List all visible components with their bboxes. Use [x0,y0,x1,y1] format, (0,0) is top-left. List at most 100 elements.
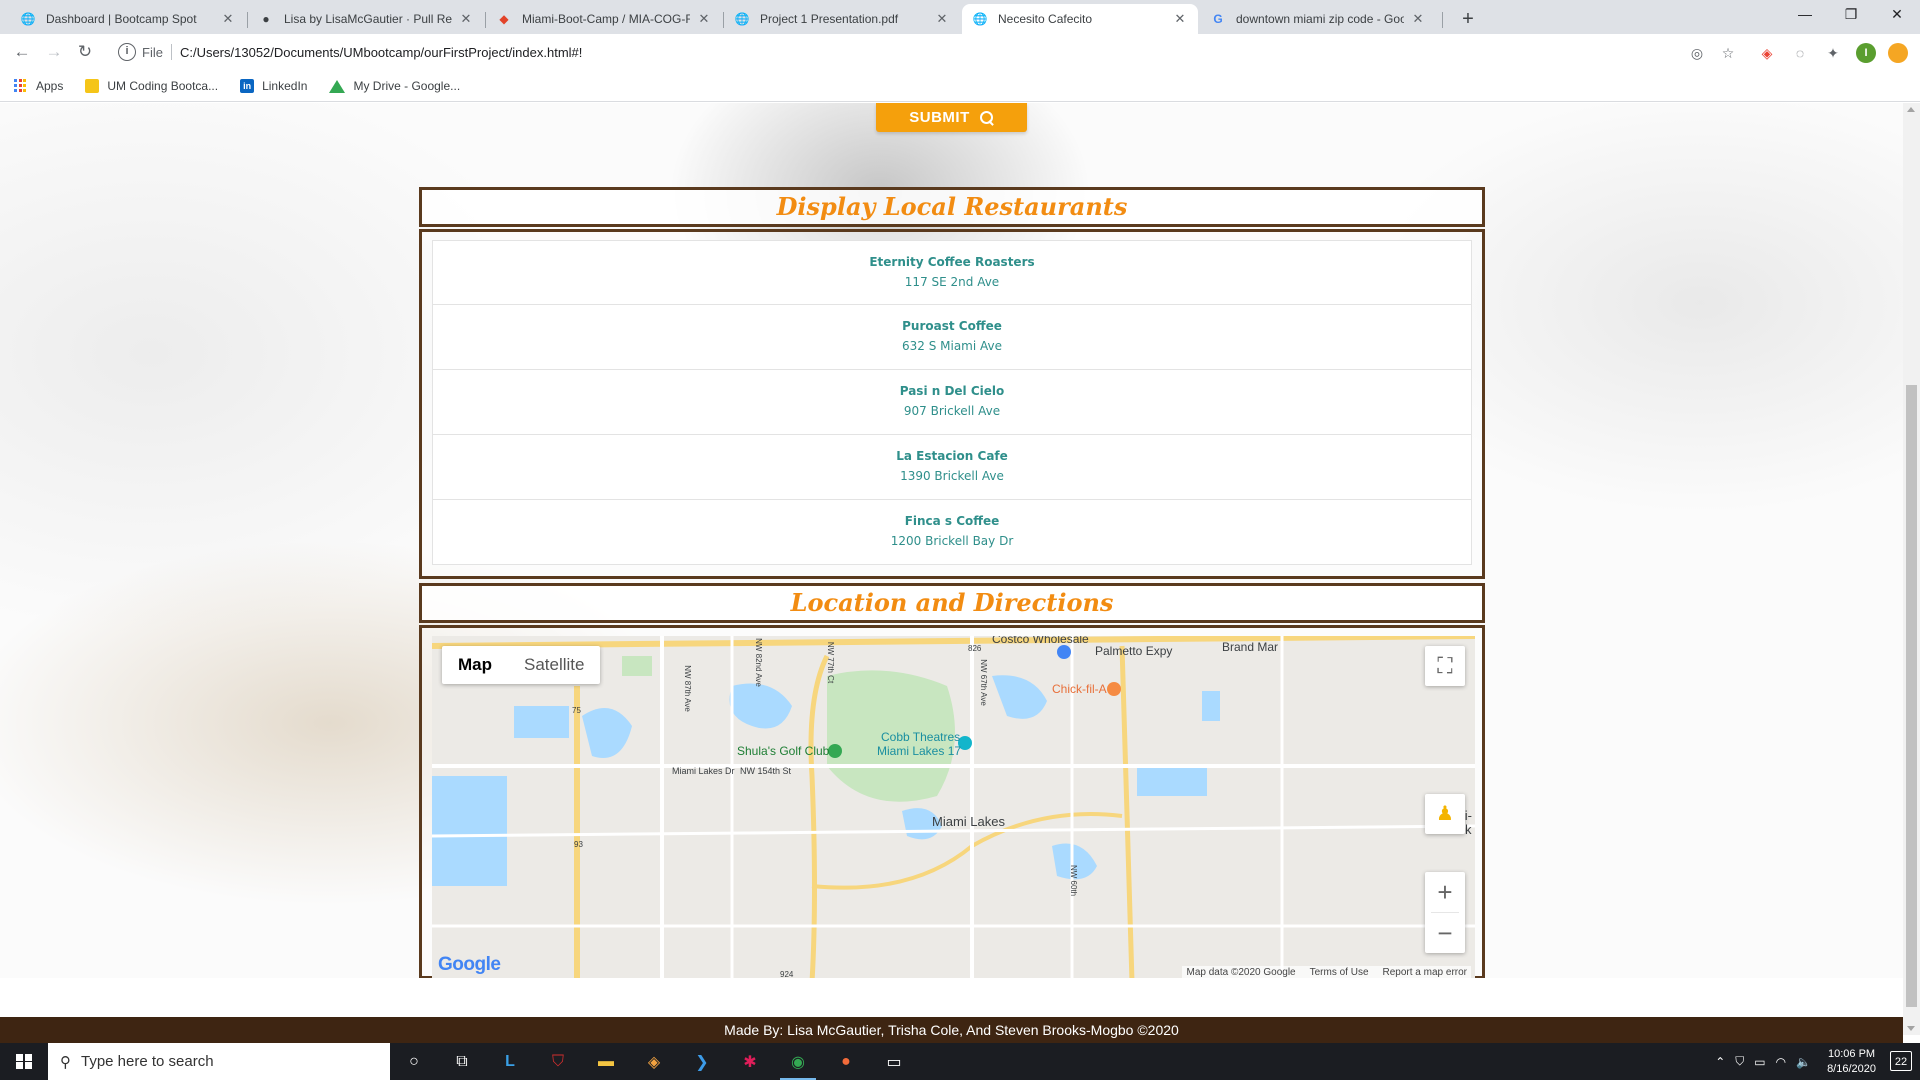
url-scheme: File [142,44,163,60]
globe-icon: 🌐 [20,12,36,26]
profile-avatar[interactable]: I [1856,43,1876,63]
tab-necesito-cafecito[interactable]: 🌐 Necesito Cafecito ✕ [962,4,1198,34]
cortana-icon[interactable]: ○ [390,1043,438,1080]
extension-icon[interactable] [1888,43,1908,63]
page-footer: Made By: Lisa McGautier, Trisha Cole, An… [0,1017,1903,1043]
restaurant-item[interactable]: La Estacion Cafe 1390 Brickell Ave [432,435,1472,500]
map-label: NW 154th St [740,766,792,776]
restaurant-list: Eternity Coffee Roasters 117 SE 2nd Ave … [419,229,1485,579]
chevron-up-icon[interactable]: ⌃ [1715,1055,1725,1069]
pegman-icon[interactable]: ♟ [1425,794,1465,834]
terms-link[interactable]: Terms of Use [1310,967,1369,978]
slack-icon[interactable]: ✱ [726,1043,774,1080]
info-icon[interactable]: i [118,43,136,61]
bookmark-linkedin[interactable]: in LinkedIn [240,78,307,93]
globe-icon: 🌐 [972,12,988,26]
google-map[interactable]: Costco Wholesale Palmetto Expy Brand Mar… [432,636,1475,978]
map-attribution: Map data ©2020 Google Terms of Use Repor… [1182,966,1471,978]
restaurant-item[interactable]: Finca s Coffee 1200 Brickell Bay Dr [432,500,1472,565]
reload-button[interactable]: ↻ [73,40,97,64]
restaurant-address: 632 S Miami Ave [901,339,1003,353]
bookmark-star-icon[interactable]: ☆ [1718,43,1738,63]
file-explorer-icon[interactable]: ▬ [582,1043,630,1080]
app-l-icon[interactable]: L [486,1043,534,1080]
close-icon[interactable]: ✕ [1410,11,1426,27]
zoom-in-button[interactable]: + [1425,872,1465,912]
linkedin-icon: in [240,78,255,93]
map-label: Chick-fil-A [1052,682,1107,696]
google-logo[interactable]: Google [438,954,501,976]
close-window-button[interactable]: ✕ [1874,0,1920,30]
restaurant-address: 117 SE 2nd Ave [904,275,1000,289]
battery-icon[interactable]: ▭ [1754,1055,1765,1069]
bookmark-apps[interactable]: Apps [14,78,64,93]
tab-gitlab[interactable]: ◆ Miami-Boot-Camp / MIA-COG-F ✕ [486,4,722,34]
fullscreen-icon[interactable]: ⛶ [1425,646,1465,686]
road-shield: 924 [780,970,794,978]
volume-icon[interactable]: 🔈 [1796,1055,1811,1069]
chrome-icon[interactable]: ◉ [774,1043,822,1080]
postman-icon[interactable]: ● [822,1043,870,1080]
clock-date: 8/16/2020 [1827,1062,1876,1075]
restaurant-item[interactable]: Puroast Coffee 632 S Miami Ave [432,305,1472,370]
submit-button[interactable]: SUBMIT [876,103,1027,132]
zoom-out-button[interactable]: − [1425,913,1465,953]
close-icon[interactable]: ✕ [1172,11,1188,27]
tab-google-search[interactable]: G downtown miami zip code - Goo ✕ [1200,4,1436,34]
system-tray: ⌃ ⛉ ▭ ◠ 🔈 10:06 PM 8/16/2020 [1715,1043,1876,1080]
tab-presentation[interactable]: 🌐 Project 1 Presentation.pdf ✕ [724,4,960,34]
restore-button[interactable]: ❐ [1828,0,1874,30]
wifi-icon[interactable]: ◠ [1776,1055,1786,1069]
map-label: NW 77th Ct [826,641,836,684]
restaurant-name: Puroast Coffee [902,319,1002,333]
terminal-icon[interactable]: ▭ [870,1043,918,1080]
scroll-thumb[interactable] [1906,385,1917,1007]
task-view-icon[interactable]: ⧉ [438,1043,486,1080]
tab-dashboard[interactable]: 🌐 Dashboard | Bootcamp Spot ✕ [10,4,246,34]
bookmark-my-drive[interactable]: My Drive - Google... [329,79,460,93]
mcafee-icon[interactable]: ⛉ [534,1043,582,1080]
restaurant-address: 907 Brickell Ave [903,404,1001,418]
scroll-up-icon[interactable] [1907,107,1915,112]
map-type-satellite-button[interactable]: Satellite [508,646,600,684]
bookmark-um-coding[interactable]: UM Coding Bootca... [85,78,218,93]
notifications-badge[interactable]: 22 [1890,1051,1912,1071]
page-viewport: SUBMIT Display Local Restaurants Eternit… [0,103,1903,978]
browser-window: 🌐 Dashboard | Bootcamp Spot ✕ ● Lisa by … [0,0,1920,1080]
close-icon[interactable]: ✕ [934,11,950,27]
windows-start-icon[interactable] [0,1043,48,1080]
taskbar-search[interactable]: ⚲ Type here to search [48,1043,390,1080]
gitkraken-icon[interactable]: ◈ [630,1043,678,1080]
close-icon[interactable]: ✕ [220,11,236,27]
minimize-button[interactable]: — [1782,0,1828,30]
bookmark-label: Apps [36,78,64,93]
restaurant-item[interactable]: Pasi n Del Cielo 907 Brickell Ave [432,370,1472,435]
close-icon[interactable]: ✕ [458,11,474,27]
extension-icon[interactable]: ◌ [1790,43,1810,63]
location-icon[interactable]: ◎ [1687,43,1707,63]
map-heading: Location and Directions [419,583,1485,623]
clock[interactable]: 10:06 PM 8/16/2020 [1827,1047,1876,1077]
page-scrollbar[interactable] [1903,103,1920,1035]
scroll-down-icon[interactable] [1907,1026,1915,1031]
puzzle-icon[interactable]: ✦ [1823,43,1843,63]
url-text[interactable]: C:/Users/13052/Documents/UMbootcamp/ourF… [180,45,582,60]
folder-icon [85,78,100,93]
close-icon[interactable]: ✕ [696,11,712,27]
vscode-icon[interactable]: ❯ [678,1043,726,1080]
bookmarks-bar: Apps UM Coding Bootca... in LinkedIn My … [0,70,1920,102]
forward-button[interactable]: → [42,40,66,64]
restaurant-item[interactable]: Eternity Coffee Roasters 117 SE 2nd Ave [432,240,1472,305]
mcafee-tray-icon[interactable]: ⛉ [1735,1054,1744,1069]
back-button[interactable]: ← [10,40,34,64]
google-icon: G [1213,12,1223,26]
map-label: NW 60th [1069,864,1079,897]
tab-github[interactable]: ● Lisa by LisaMcGautier · Pull Requ ✕ [248,4,484,34]
map-type-map-button[interactable]: Map [442,646,508,684]
map-label: NW 67th Ave [978,659,988,706]
address-bar[interactable]: i File C:/Users/13052/Documents/UMbootca… [108,38,1736,66]
report-error-link[interactable]: Report a map error [1383,967,1467,978]
globe-icon: 🌐 [734,12,750,26]
new-tab-button[interactable]: + [1454,6,1482,34]
extension-icon[interactable]: ◈ [1757,43,1777,63]
